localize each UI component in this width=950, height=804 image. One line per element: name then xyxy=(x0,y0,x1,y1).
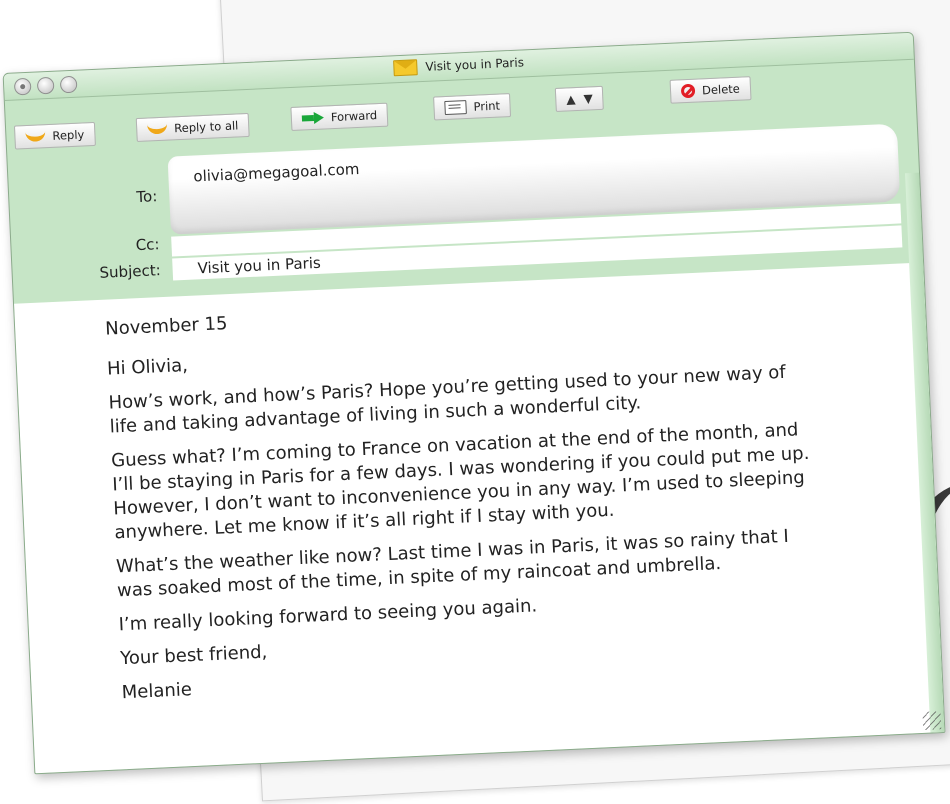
message-body[interactable]: November 15 Hi Olivia, How’s work, and h… xyxy=(14,262,945,774)
reply-label: Reply xyxy=(52,127,85,143)
close-window-button[interactable] xyxy=(13,77,32,96)
window-title-text: Visit you in Paris xyxy=(425,55,525,74)
up-down-arrows-icon: ▲ ▼ xyxy=(566,91,593,106)
reply-all-icon xyxy=(146,118,168,135)
printer-icon xyxy=(444,100,467,116)
resize-grip-icon[interactable] xyxy=(922,711,942,730)
reply-button[interactable]: Reply xyxy=(13,121,96,150)
envelope-icon xyxy=(393,59,418,77)
reply-icon xyxy=(24,125,46,142)
delete-button[interactable]: Delete xyxy=(669,76,752,104)
cc-label: Cc: xyxy=(135,235,160,255)
print-button[interactable]: Print xyxy=(433,93,512,121)
window-controls xyxy=(13,75,78,96)
up-arrow-icon[interactable]: ▲ xyxy=(566,92,576,106)
minimize-window-button[interactable] xyxy=(36,76,55,95)
zoom-window-button[interactable] xyxy=(59,75,78,94)
print-label: Print xyxy=(473,98,501,114)
forward-arrow-icon xyxy=(302,112,325,125)
message-paragraph-2: Guess what? I’m coming to France on vaca… xyxy=(110,419,810,544)
navigate-messages-button[interactable]: ▲ ▼ xyxy=(554,85,605,112)
down-arrow-icon[interactable]: ▼ xyxy=(583,91,593,105)
forward-button[interactable]: Forward xyxy=(290,102,389,131)
subject-label: Subject: xyxy=(99,261,162,282)
reply-all-button[interactable]: Reply to all xyxy=(135,112,250,143)
forward-label: Forward xyxy=(330,108,378,125)
to-label: To: xyxy=(136,187,158,207)
email-window: Visit you in Paris Reply Reply to all Fo… xyxy=(2,31,946,775)
reply-all-label: Reply to all xyxy=(173,118,239,136)
delete-icon xyxy=(680,83,696,99)
delete-label: Delete xyxy=(701,81,741,98)
window-title: Visit you in Paris xyxy=(393,54,525,77)
